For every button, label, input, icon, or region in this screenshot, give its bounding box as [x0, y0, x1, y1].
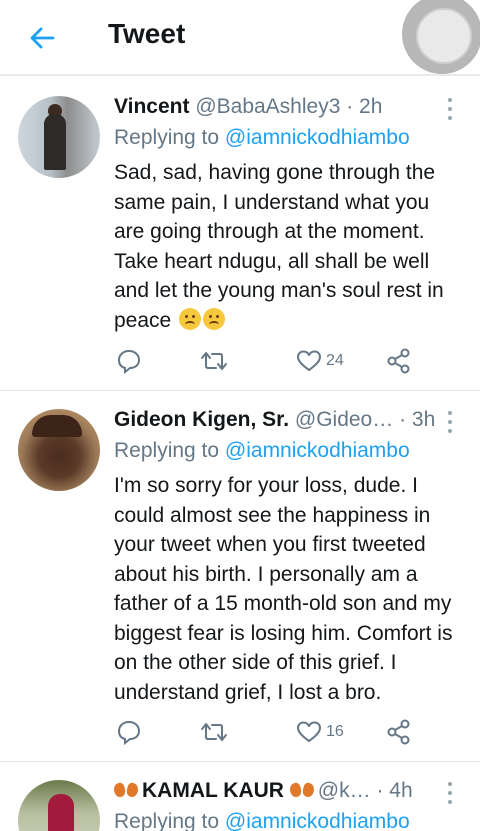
avatar[interactable] — [18, 409, 100, 491]
reply-icon — [117, 720, 141, 745]
like-button[interactable]: 24 — [296, 346, 344, 376]
author-handle[interactable]: @BabaAshley3 — [195, 95, 340, 118]
more-options-button[interactable] — [444, 409, 456, 435]
top-app-bar: Tweet — [0, 0, 480, 76]
retweet-button[interactable] — [200, 717, 228, 747]
retweet-icon — [201, 723, 227, 741]
more-options-button[interactable] — [444, 780, 456, 806]
worried-face-emoji — [179, 307, 202, 330]
author-handle[interactable]: @Gideo… — [295, 408, 393, 431]
floating-assistive-button[interactable] — [402, 0, 480, 74]
more-dot-icon — [448, 411, 452, 415]
tweet-text: I'm so sorry for your loss, dude. I coul… — [114, 474, 453, 704]
heart-icon — [297, 721, 321, 742]
page-title: Tweet — [108, 18, 186, 49]
tweet-author-line: KAMAL KAUR @k… · 4h — [114, 779, 413, 803]
more-dot-icon — [448, 98, 452, 102]
replying-to-handle[interactable]: @iamnickodhiambo — [225, 810, 410, 831]
author-name[interactable]: Vincent — [114, 95, 189, 118]
share-icon — [387, 348, 410, 374]
more-dot-icon — [448, 782, 452, 786]
worried-face-emoji — [203, 307, 226, 330]
replying-to: Replying to @iamnickodhiambo — [114, 439, 410, 462]
reply-tweet[interactable]: Vincent @BabaAshley3 · 2h Replying to @i… — [0, 76, 480, 390]
tweet-time: · 3h — [399, 408, 436, 431]
share-icon — [387, 719, 410, 745]
tweet-author-line: Vincent @BabaAshley3 · 2h — [114, 95, 382, 119]
author-name[interactable]: KAMAL KAUR — [142, 779, 284, 802]
tweet-text: Sad, sad, having gone through the same p… — [114, 161, 444, 332]
like-button[interactable]: 16 — [296, 717, 344, 747]
replying-to-handle[interactable]: @iamnickodhiambo — [225, 439, 410, 462]
reply-button[interactable] — [116, 346, 142, 376]
share-button[interactable] — [386, 717, 412, 747]
more-options-button[interactable] — [444, 96, 456, 122]
author-name[interactable]: Gideon Kigen, Sr. — [114, 408, 289, 431]
share-button[interactable] — [386, 346, 412, 376]
back-button[interactable] — [24, 20, 60, 56]
replying-to-handle[interactable]: @iamnickodhiambo — [225, 126, 410, 149]
reply-tweet[interactable]: Gideon Kigen, Sr. @Gideo… · 3h Replying … — [0, 391, 480, 761]
like-count: 24 — [326, 352, 344, 369]
retweet-icon — [201, 352, 227, 370]
retweet-button[interactable] — [200, 346, 228, 376]
arrow-left-icon — [30, 27, 55, 49]
reply-icon — [117, 349, 141, 374]
author-handle[interactable]: @k… — [318, 779, 371, 802]
avatar[interactable] — [18, 96, 100, 178]
replying-to: Replying to @iamnickodhiambo — [114, 810, 410, 831]
butterfly-emoji — [114, 781, 138, 799]
replying-to: Replying to @iamnickodhiambo — [114, 126, 410, 149]
like-count: 16 — [326, 723, 344, 740]
tweet-time: · 2h — [346, 95, 383, 118]
tweet-actions: 24 — [0, 346, 480, 376]
reply-button[interactable] — [116, 717, 142, 747]
reply-tweet[interactable]: KAMAL KAUR @k… · 4h Replying to @iamnick… — [0, 762, 480, 831]
tweet-actions: 16 — [0, 717, 480, 747]
tweet-author-line: Gideon Kigen, Sr. @Gideo… · 3h — [114, 408, 435, 432]
avatar[interactable] — [18, 780, 100, 831]
butterfly-emoji — [290, 781, 314, 799]
tweet-time: · 4h — [376, 779, 413, 802]
heart-icon — [297, 350, 321, 371]
